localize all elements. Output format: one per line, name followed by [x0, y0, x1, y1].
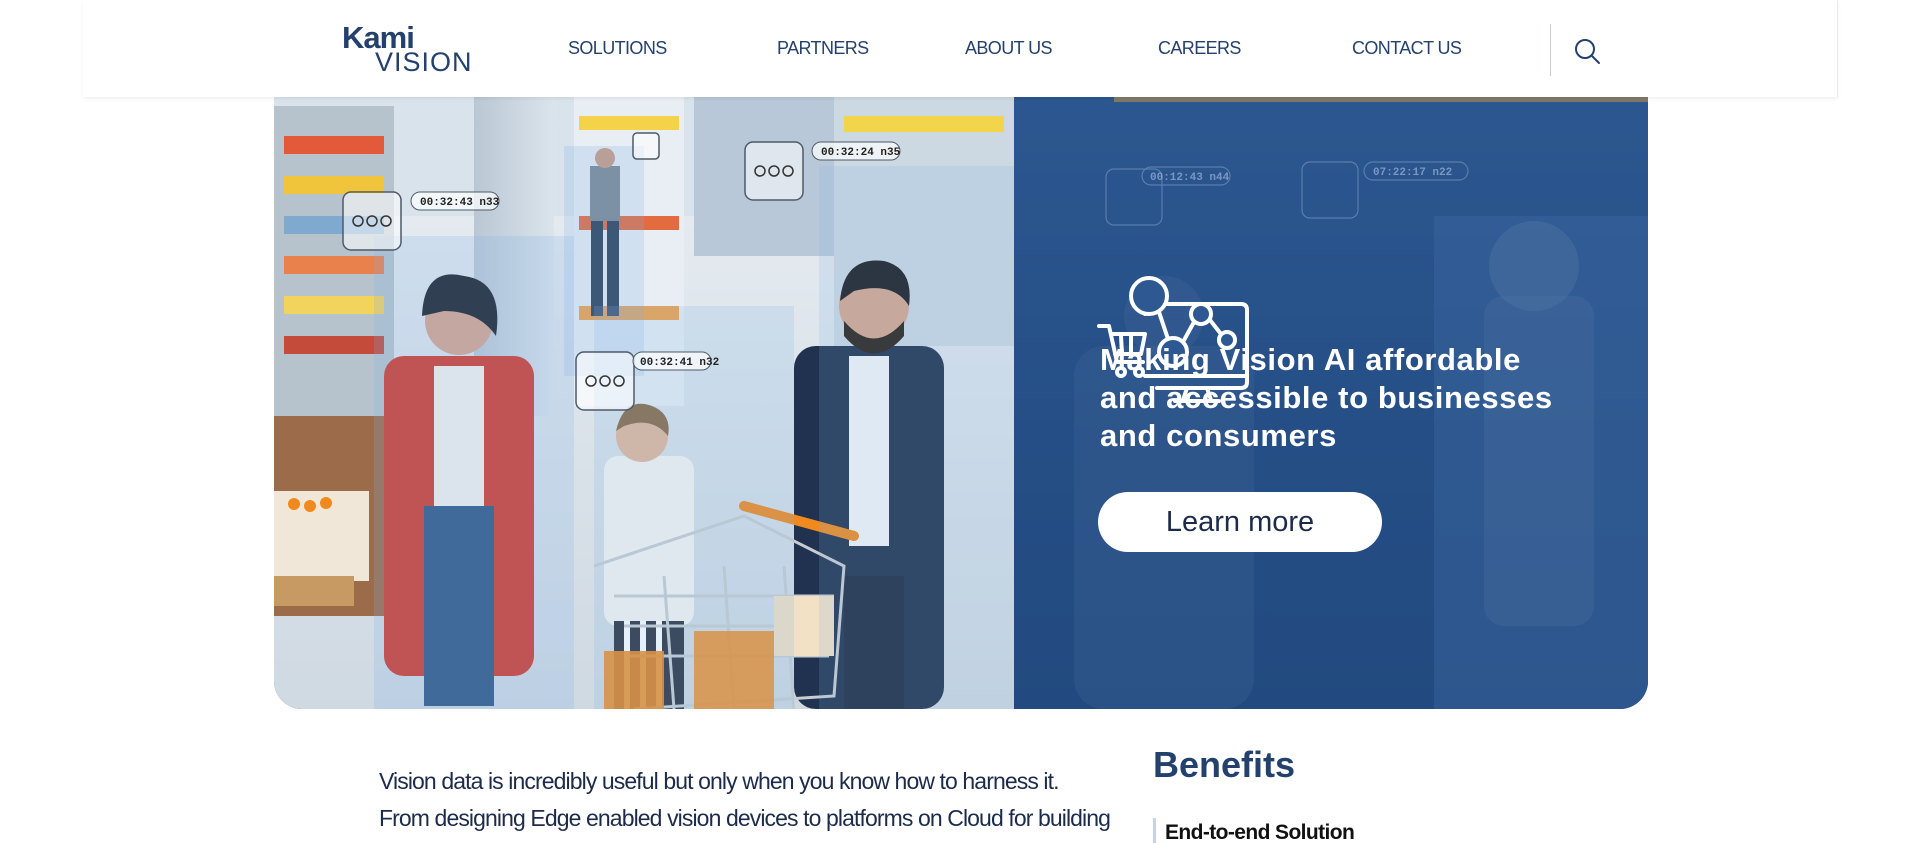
- detection-tag-4: 00:12:43 n44: [1150, 172, 1230, 184]
- hero-banner: 00:32:43 n33 00:32:24 n35 00:32:41 n32 0…: [274, 96, 1648, 709]
- search-icon: [1575, 39, 1600, 64]
- nav-about-us[interactable]: ABOUT US: [965, 38, 1052, 59]
- benefits-heading: Benefits: [1153, 744, 1296, 785]
- site-header: Kami VISION SOLUTIONS PARTNERS ABOUT US …: [83, 0, 1838, 97]
- nav-solutions[interactable]: SOLUTIONS: [568, 38, 667, 59]
- detection-tag-3: 00:32:41 n32: [640, 357, 719, 369]
- logo-text-bottom: VISION: [375, 47, 473, 77]
- detection-tag-5: 07:22:17 n22: [1373, 167, 1452, 179]
- detection-tag-1: 00:32:43 n33: [420, 197, 500, 209]
- benefit-item-end-to-end[interactable]: End-to-end Solution: [1153, 818, 1355, 843]
- nav-contact-us[interactable]: CONTACT US: [1352, 38, 1462, 59]
- search-button[interactable]: [1571, 35, 1605, 69]
- learn-more-button[interactable]: Learn more: [1098, 492, 1382, 552]
- nav-divider: [1550, 24, 1551, 76]
- intro-paragraph: Vision data is incredibly useful but onl…: [379, 768, 1111, 831]
- hero-photo-family-shopping: 00:32:43 n33 00:32:24 n35 00:32:41 n32: [274, 96, 1014, 709]
- hero-headline: Making Vision AI affordable and accessib…: [1100, 342, 1553, 453]
- detection-tag-2: 00:32:24 n35: [821, 147, 901, 159]
- kami-vision-logo[interactable]: Kami VISION: [342, 22, 472, 76]
- nav-careers[interactable]: CAREERS: [1158, 38, 1241, 59]
- nav-partners[interactable]: PARTNERS: [777, 38, 869, 59]
